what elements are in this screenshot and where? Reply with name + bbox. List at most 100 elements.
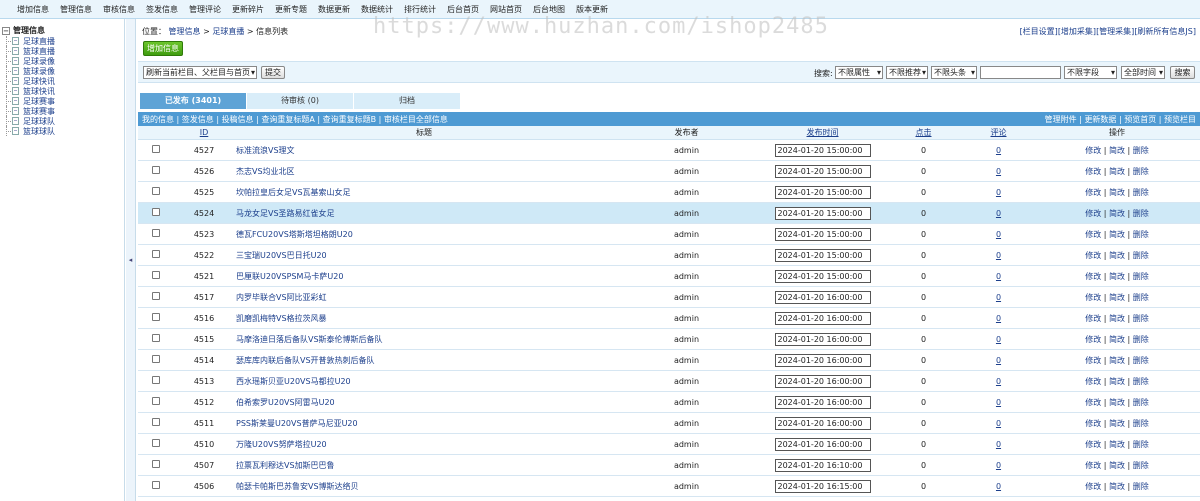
row-op-link[interactable]: 简改 (1109, 146, 1125, 155)
row-time-input[interactable]: 2024-01-20 15:00:00 (774, 143, 871, 157)
row-time-input[interactable]: 2024-01-20 16:15:00 (774, 479, 871, 493)
row-comments-link[interactable]: 0 (996, 482, 1001, 491)
sidebar-item[interactable]: 足球快讯 (6, 76, 124, 86)
refresh-scope-select[interactable]: 刷新当前栏目、父栏目与首页 (143, 66, 257, 79)
row-comments-link[interactable]: 0 (996, 188, 1001, 197)
collapse-icon[interactable]: − (2, 26, 10, 35)
time-select[interactable]: 全部时间 (1121, 66, 1165, 79)
row-title-link[interactable]: PSS斯莱曼U20VS普萨马尼亚U20 (236, 419, 358, 428)
row-comments-link[interactable]: 0 (996, 377, 1001, 386)
row-op-link[interactable]: 简改 (1109, 293, 1125, 302)
row-title-link[interactable]: 马摩洛迪日落后备队VS斯泰伦博斯后备队 (236, 335, 383, 344)
row-op-link[interactable]: 删除 (1133, 482, 1149, 491)
row-time-input[interactable]: 2024-01-20 15:00:00 (774, 206, 871, 220)
header-time[interactable]: 发布时间 (807, 128, 839, 137)
row-comments-link[interactable]: 0 (996, 293, 1001, 302)
row-checkbox[interactable] (152, 481, 160, 489)
sub-toolbar-link[interactable]: 我的信息 (142, 115, 174, 124)
column-settings-link[interactable]: [栏目设置] (1020, 27, 1058, 36)
row-comments-link[interactable]: 0 (996, 419, 1001, 428)
collapse-arrow-icon[interactable]: ◂ (129, 256, 133, 264)
row-op-link[interactable]: 删除 (1133, 377, 1149, 386)
row-checkbox[interactable] (152, 187, 160, 195)
row-checkbox[interactable] (152, 250, 160, 258)
header-comments[interactable]: 评论 (991, 128, 1007, 137)
row-checkbox[interactable] (152, 166, 160, 174)
topnav-item[interactable]: 审核信息 (103, 4, 135, 15)
row-title-link[interactable]: 万隆U20VS努萨塔拉U20 (236, 440, 327, 449)
sidebar-item[interactable]: 篮球快讯 (6, 86, 124, 96)
row-op-link[interactable]: 简改 (1109, 377, 1125, 386)
row-time-input[interactable]: 2024-01-20 15:00:00 (774, 185, 871, 199)
row-op-link[interactable]: 删除 (1133, 461, 1149, 470)
row-comments-link[interactable]: 0 (996, 335, 1001, 344)
topnav-item[interactable]: 管理信息 (60, 4, 92, 15)
row-op-link[interactable]: 删除 (1133, 335, 1149, 344)
sub-toolbar-link[interactable]: 预览栏目 (1164, 115, 1196, 124)
row-op-link[interactable]: 简改 (1109, 440, 1125, 449)
topnav-item[interactable]: 更新碎片 (232, 4, 264, 15)
sidebar-item[interactable]: 足球球队 (6, 116, 124, 126)
row-op-link[interactable]: 简改 (1109, 398, 1125, 407)
row-checkbox[interactable] (152, 145, 160, 153)
topnav-item[interactable]: 签发信息 (146, 4, 178, 15)
row-checkbox[interactable] (152, 355, 160, 363)
sidebar-item[interactable]: 篮球赛事 (6, 106, 124, 116)
row-op-link[interactable]: 删除 (1133, 293, 1149, 302)
row-op-link[interactable]: 简改 (1109, 251, 1125, 260)
row-time-input[interactable]: 2024-01-20 16:00:00 (774, 395, 871, 409)
row-op-link[interactable]: 修改 (1085, 293, 1101, 302)
topnav-item[interactable]: 数据统计 (361, 4, 393, 15)
row-op-link[interactable]: 删除 (1133, 356, 1149, 365)
row-checkbox[interactable] (152, 418, 160, 426)
sub-toolbar-link[interactable]: 审核栏目全部信息 (384, 115, 448, 124)
row-time-input[interactable]: 2024-01-20 16:00:00 (774, 374, 871, 388)
topnav-item[interactable]: 管理评论 (189, 4, 221, 15)
row-comments-link[interactable]: 0 (996, 461, 1001, 470)
breadcrumb-item[interactable]: 足球直播 (212, 27, 244, 36)
sub-toolbar-link[interactable]: 查询重复标题A (261, 115, 314, 124)
row-time-input[interactable]: 2024-01-20 16:00:00 (774, 290, 871, 304)
row-comments-link[interactable]: 0 (996, 167, 1001, 176)
row-op-link[interactable]: 修改 (1085, 461, 1101, 470)
row-op-link[interactable]: 修改 (1085, 356, 1101, 365)
row-comments-link[interactable]: 0 (996, 440, 1001, 449)
row-op-link[interactable]: 删除 (1133, 398, 1149, 407)
row-checkbox[interactable] (152, 397, 160, 405)
row-title-link[interactable]: 马龙女足VS圣路易红雀女足 (236, 209, 335, 218)
row-op-link[interactable]: 修改 (1085, 230, 1101, 239)
row-checkbox[interactable] (152, 376, 160, 384)
row-comments-link[interactable]: 0 (996, 398, 1001, 407)
row-checkbox[interactable] (152, 439, 160, 447)
topnav-item[interactable]: 后台地图 (533, 4, 565, 15)
row-time-input[interactable]: 2024-01-20 16:00:00 (774, 437, 871, 451)
row-title-link[interactable]: 拉票瓦利穆达VS加斯巴巴鲁 (236, 461, 335, 470)
sub-toolbar-link[interactable]: 管理附件 (1045, 115, 1077, 124)
row-op-link[interactable]: 修改 (1085, 146, 1101, 155)
row-op-link[interactable]: 修改 (1085, 209, 1101, 218)
row-checkbox[interactable] (152, 313, 160, 321)
row-op-link[interactable]: 简改 (1109, 335, 1125, 344)
row-title-link[interactable]: 三宝瑞U20VS巴日托U20 (236, 251, 327, 260)
row-op-link[interactable]: 简改 (1109, 461, 1125, 470)
row-title-link[interactable]: 坎帕拉皇后女足VS瓦基索山女足 (236, 188, 351, 197)
row-checkbox[interactable] (152, 229, 160, 237)
row-time-input[interactable]: 2024-01-20 15:00:00 (774, 227, 871, 241)
breadcrumb-item[interactable]: 管理信息 (169, 27, 201, 36)
row-op-link[interactable]: 删除 (1133, 251, 1149, 260)
row-comments-link[interactable]: 0 (996, 251, 1001, 260)
row-time-input[interactable]: 2024-01-20 16:00:00 (774, 416, 871, 430)
row-op-link[interactable]: 修改 (1085, 482, 1101, 491)
row-title-link[interactable]: 标准流浪VS理文 (236, 146, 295, 155)
sidebar-item[interactable]: 篮球球队 (6, 126, 124, 136)
tree-root[interactable]: − 管理信息 (2, 25, 124, 36)
row-op-link[interactable]: 删除 (1133, 209, 1149, 218)
row-title-link[interactable]: 杰志VS均业北区 (236, 167, 295, 176)
topnav-item[interactable]: 排行统计 (404, 4, 436, 15)
sidebar-collapse-handle[interactable]: ◂ (126, 19, 136, 501)
headline-select[interactable]: 不限头条 (931, 66, 977, 79)
row-op-link[interactable]: 修改 (1085, 314, 1101, 323)
row-op-link[interactable]: 修改 (1085, 167, 1101, 176)
row-op-link[interactable]: 删除 (1133, 230, 1149, 239)
row-op-link[interactable]: 删除 (1133, 188, 1149, 197)
